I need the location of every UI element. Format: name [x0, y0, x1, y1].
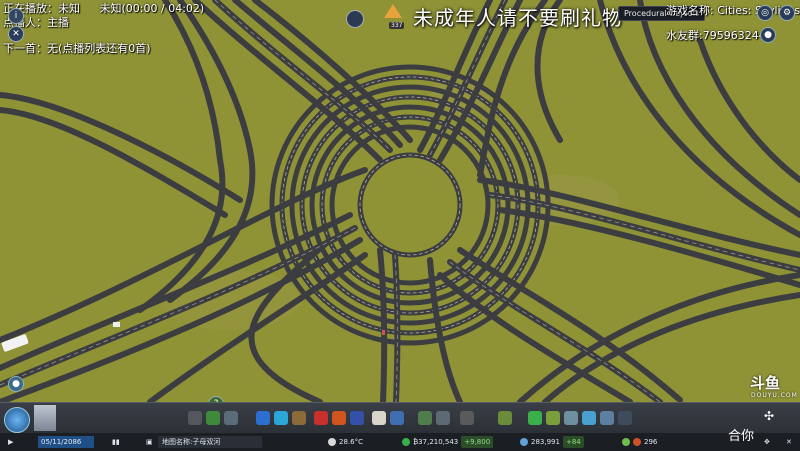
funds-icon: [402, 438, 410, 446]
now-playing-time: 未知(00:00 / 04:02): [99, 2, 205, 15]
policies-icon[interactable]: [582, 411, 596, 425]
bulldozer-icon[interactable]: [498, 411, 512, 425]
areas-icon[interactable]: [564, 411, 578, 425]
vehicle-car[interactable]: [382, 330, 385, 335]
healthcare-icon[interactable]: [314, 411, 328, 425]
education-icon[interactable]: [372, 411, 386, 425]
garbage-icon[interactable]: [292, 411, 306, 425]
info-icon[interactable]: i: [8, 8, 24, 24]
wonders-icon[interactable]: [460, 411, 474, 425]
fire-icon[interactable]: [332, 411, 346, 425]
police-icon[interactable]: [350, 411, 364, 425]
milestone-icon: [622, 438, 630, 446]
douyu-logo: 斗鱼: [750, 374, 781, 392]
settings-icon[interactable]: ⚙: [779, 5, 795, 21]
money-icon[interactable]: [528, 411, 542, 425]
city-skyline-icon: [34, 405, 56, 431]
info-views-icon[interactable]: [600, 411, 614, 425]
zoning-icon[interactable]: [206, 411, 220, 425]
temperature: 28.6°C: [328, 436, 363, 448]
happiness-icon: [633, 438, 641, 446]
search-icon[interactable]: [618, 411, 632, 425]
roads-icon[interactable]: [188, 411, 202, 425]
unlocks[interactable]: 296: [622, 436, 657, 448]
funds-value: ₿37,210,543: [413, 438, 459, 446]
economy-icon[interactable]: [546, 411, 560, 425]
funds[interactable]: ₿37,210,543 +9,800: [402, 436, 494, 448]
city-map-viewport[interactable]: [0, 0, 800, 450]
population-delta: +84: [562, 436, 584, 448]
next-song: 下一首：无(点播列表还有0首): [3, 42, 151, 55]
transport-icon[interactable]: [390, 411, 404, 425]
map-name: 地图名称:子母双河: [158, 436, 262, 448]
fan-group: 水友群:795963244: [666, 29, 766, 42]
close-icon[interactable]: ✕: [786, 436, 792, 448]
map-icon: ▣: [146, 438, 153, 446]
camera-move-icon[interactable]: ✣: [764, 409, 778, 423]
electricity-icon[interactable]: [256, 411, 270, 425]
status-bar: [0, 433, 800, 451]
vehicle-car[interactable]: [113, 322, 120, 327]
landscaping-icon[interactable]: [418, 411, 432, 425]
zoom-icon[interactable]: ◎: [757, 5, 773, 21]
info-view-icon[interactable]: [346, 10, 364, 28]
pause-button[interactable]: ▶: [8, 436, 13, 448]
notification-count: 337: [389, 22, 405, 29]
chirper-icon[interactable]: [384, 4, 402, 18]
singer-value: 主播: [47, 16, 69, 29]
city-info-icon[interactable]: [4, 407, 30, 433]
bottom-toolbar: ▶ 05/11/2086 ▮▮ ▣ 地图名称:子母双河 28.6°C ₿37,2…: [0, 402, 800, 451]
population-value: 283,991: [531, 438, 560, 446]
weather-icon: [328, 438, 336, 446]
population-icon: [520, 438, 528, 446]
douyu-domain: DOUYU.COM: [751, 392, 798, 399]
streamer-name: 合你: [728, 429, 755, 444]
speed-button[interactable]: ▮▮: [112, 436, 120, 448]
stream-banner: 未成年人请不要刷礼物: [413, 6, 623, 30]
unlock-count: 296: [644, 438, 658, 446]
move-icon[interactable]: ✥: [764, 436, 770, 448]
districts-icon[interactable]: [224, 411, 238, 425]
date-display: 05/11/2086: [38, 436, 94, 448]
globe-icon[interactable]: ●: [8, 376, 24, 392]
population[interactable]: 283,991 +84: [520, 436, 584, 448]
income-value: +9,800: [461, 436, 494, 448]
camera-icon[interactable]: ●: [760, 27, 776, 43]
temperature-value: 28.6°C: [339, 438, 363, 446]
monuments-icon[interactable]: [436, 411, 450, 425]
water-icon[interactable]: [274, 411, 288, 425]
